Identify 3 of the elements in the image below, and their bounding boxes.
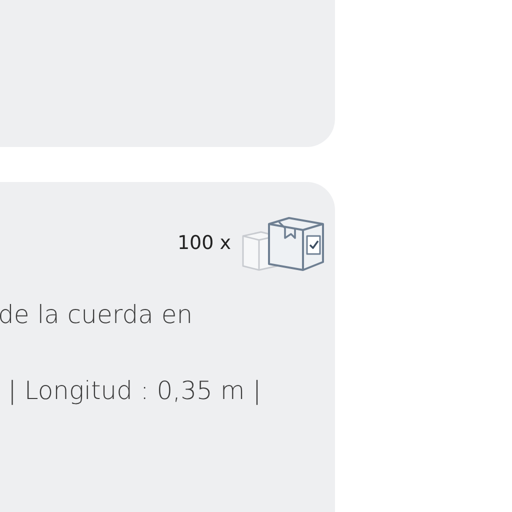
description-text: de la cuerda en: [0, 299, 194, 331]
specs-text: | Longitud : 0,35 m |: [7, 374, 262, 407]
quantity-label: 100 x: [177, 230, 231, 256]
